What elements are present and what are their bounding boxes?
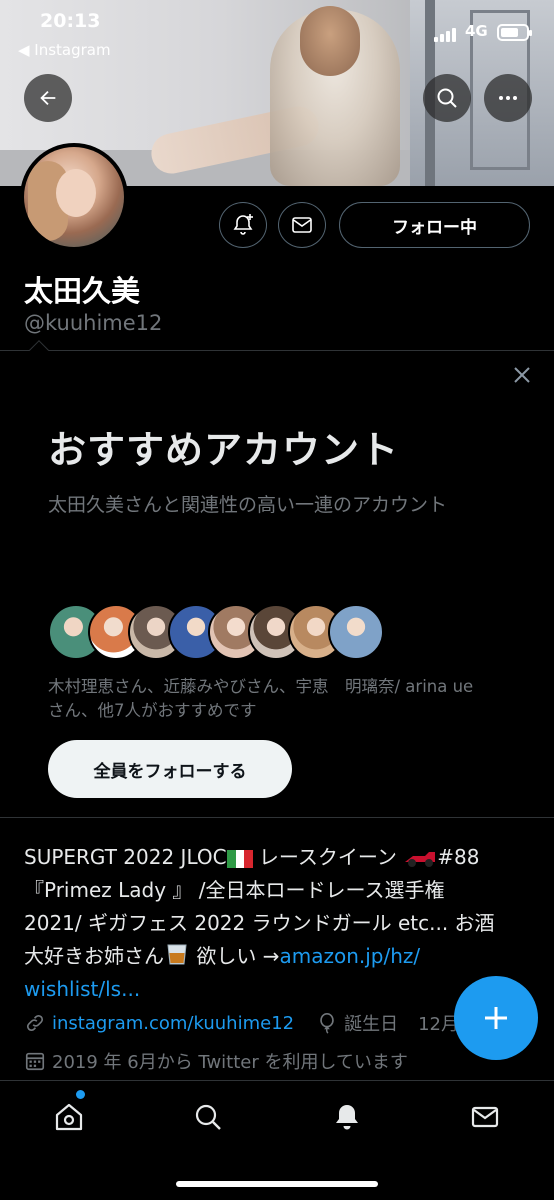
compose-tweet-button[interactable] xyxy=(454,976,538,1060)
link-icon xyxy=(26,1014,44,1032)
notify-button[interactable] xyxy=(219,202,267,248)
bell-plus-icon xyxy=(233,214,253,235)
home-indicator[interactable] xyxy=(176,1181,378,1187)
bio-text: 欲しい → xyxy=(190,944,280,968)
envelope-icon xyxy=(471,1106,499,1128)
bio-text: 『Primez Lady 』 /全日本ロードレース選手権 xyxy=(24,878,445,902)
follow-all-button[interactable]: 全員をフォローする xyxy=(48,740,292,798)
recommended-avatar[interactable] xyxy=(328,604,384,660)
more-dots-icon xyxy=(499,96,517,100)
italy-flag-icon xyxy=(226,850,253,868)
website-row: instagram.com/kuuhime12 誕生日 12月 xyxy=(24,1008,459,1038)
search-icon xyxy=(437,88,457,108)
search-button[interactable] xyxy=(423,74,471,122)
more-options-button[interactable] xyxy=(484,74,532,122)
following-button[interactable]: フォロー中 xyxy=(339,202,530,248)
tab-notifications[interactable] xyxy=(327,1097,367,1137)
new-content-dot xyxy=(76,1090,85,1099)
tab-messages[interactable] xyxy=(465,1097,505,1137)
message-button[interactable] xyxy=(278,202,326,248)
status-bar: 20:13 ◀ Instagram 4G xyxy=(0,0,554,70)
profile-bio: SUPERGT 2022 JLOC レースクイーン #88 『Primez La… xyxy=(24,841,534,1006)
section-divider xyxy=(0,350,554,351)
close-recommendation-button[interactable] xyxy=(509,362,535,388)
tab-search[interactable] xyxy=(188,1097,228,1137)
race-car-icon xyxy=(405,852,436,867)
close-icon xyxy=(514,367,530,383)
whisky-glass-icon xyxy=(167,944,187,965)
wishlist-link[interactable]: amazon.jp/hz/ xyxy=(279,944,420,968)
back-arrow-icon xyxy=(40,90,56,106)
network-type: 4G xyxy=(465,22,488,40)
user-handle: @kuuhime12 xyxy=(24,311,163,335)
card-caret xyxy=(29,340,49,360)
display-name: 太田久美 xyxy=(24,274,141,308)
back-button[interactable] xyxy=(24,74,72,122)
bio-text: 大好きお姉さん xyxy=(24,944,164,968)
bio-text: #88 xyxy=(437,845,480,869)
tab-home[interactable] xyxy=(49,1097,89,1137)
profile-avatar[interactable] xyxy=(20,143,128,251)
bell-icon xyxy=(336,1105,358,1130)
birthday-label: 誕生日 xyxy=(344,1014,399,1035)
envelope-icon xyxy=(292,217,312,233)
plus-icon xyxy=(485,1007,507,1029)
search-icon xyxy=(195,1104,221,1130)
back-to-app-link[interactable]: ◀ Instagram xyxy=(18,41,111,59)
balloon-icon xyxy=(320,1013,334,1034)
recommendation-title: おすすめアカウント xyxy=(48,428,400,472)
recommendation-description: 太田久美さんと関連性の高い一連のアカウント xyxy=(48,494,448,516)
calendar-icon xyxy=(25,1052,45,1071)
bio-text: レースクイーン xyxy=(252,845,404,869)
birthday-value: 12月 xyxy=(418,1014,460,1035)
website-link[interactable]: instagram.com/kuuhime12 xyxy=(52,1013,294,1034)
recommendation-names: 木村理恵さん、近藤みやびさん、宇恵 明璃奈/ arina ueさん、他7人がおす… xyxy=(48,677,474,720)
section-divider xyxy=(0,817,554,818)
battery-icon xyxy=(497,24,532,41)
bio-text: 2021/ ギガフェス 2022 ラウンドガール etc... お酒 xyxy=(24,911,495,935)
signal-icon xyxy=(434,26,462,42)
status-time: 20:13 xyxy=(40,10,101,32)
joined-row: 2019 年 6月から Twitter を利用しています xyxy=(24,1046,408,1076)
home-icon xyxy=(55,1103,83,1131)
joined-date: 2019 年 6月から Twitter を利用しています xyxy=(52,1052,408,1073)
bio-text: SUPERGT 2022 JLOC xyxy=(24,845,227,869)
